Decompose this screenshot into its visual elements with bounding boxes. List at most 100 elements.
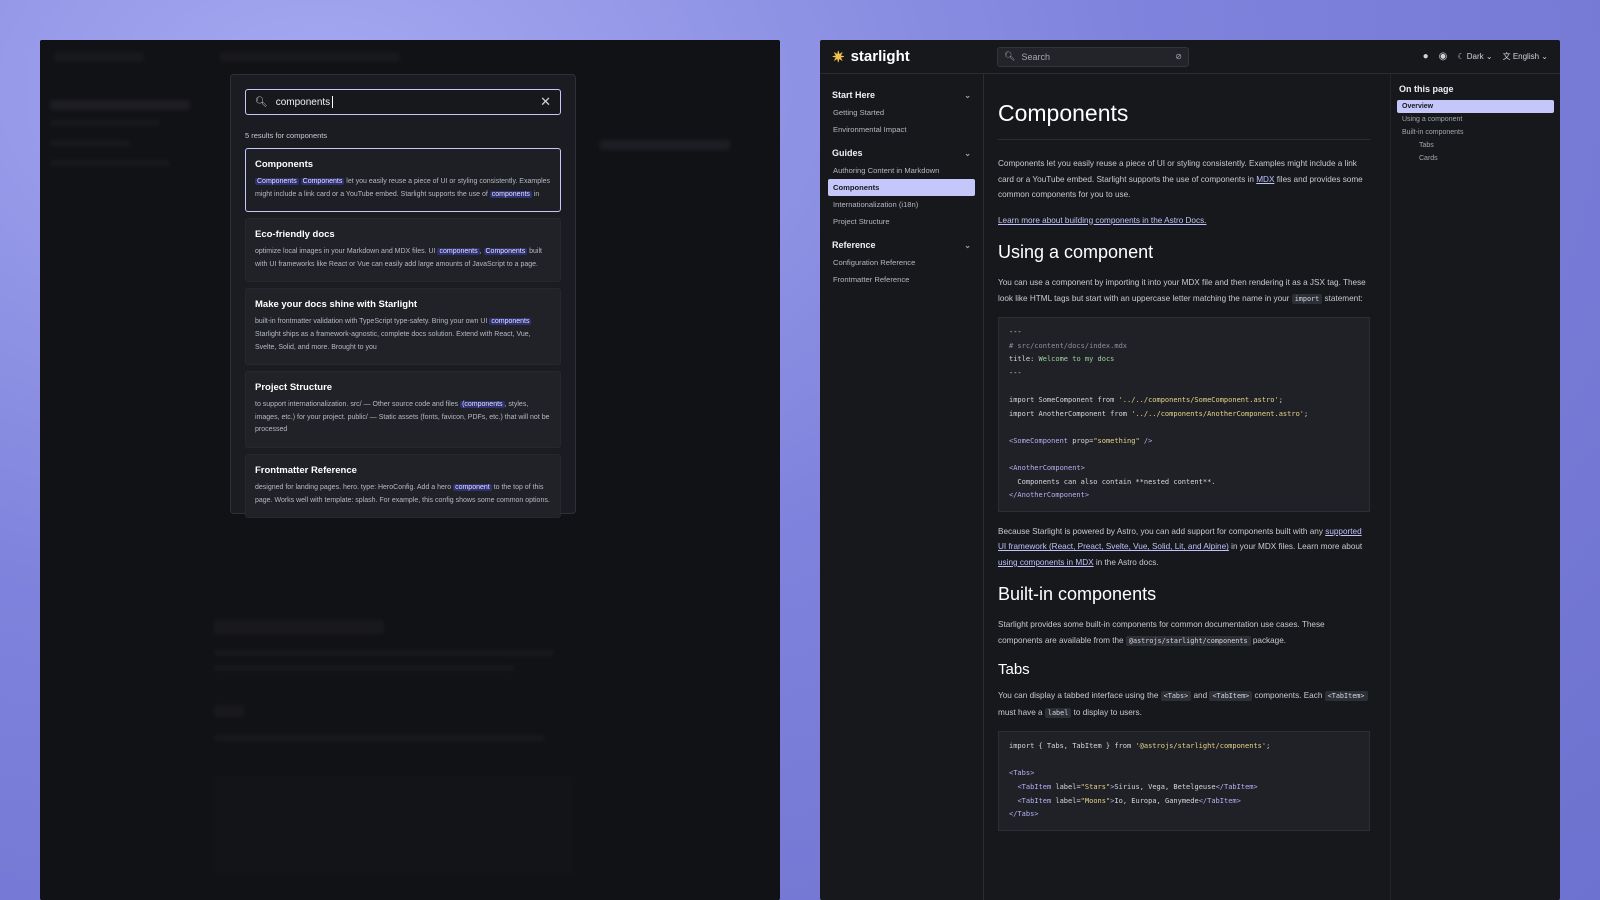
search-window: 🔍︎ components ✕ 5 results for components… bbox=[40, 40, 780, 900]
code-line: --- bbox=[1009, 367, 1359, 381]
code-token: import { Tabs, TabItem } from bbox=[1009, 742, 1136, 751]
code-token: </TabItem> bbox=[1215, 783, 1258, 791]
site-logo[interactable]: ✷ starlight bbox=[832, 48, 997, 66]
sidebar-group[interactable]: Reference ⌄ bbox=[828, 236, 975, 254]
starlight-logo-icon: ✷ bbox=[832, 48, 845, 66]
inline-code: label bbox=[1044, 707, 1072, 718]
using-paragraph: You can use a component by importing it … bbox=[998, 275, 1370, 307]
code-token: prop= bbox=[1068, 436, 1094, 445]
theme-select[interactable]: ☾ Dark ⌄ bbox=[1457, 52, 1492, 61]
sidebar-item[interactable]: Frontmatter Reference bbox=[828, 271, 975, 288]
code-token: title: bbox=[1009, 355, 1039, 364]
code-token: ; bbox=[1304, 409, 1309, 418]
discord-icon[interactable]: ◉ bbox=[1439, 51, 1448, 62]
toc-item[interactable]: Built-in components bbox=[1397, 126, 1554, 139]
search-field[interactable]: 🔍︎ components ✕ bbox=[245, 89, 561, 115]
site-header: ✷ starlight 🔍︎ Search ⊘ ● ◉ ☾ Dark ⌄ 文 E… bbox=[820, 40, 1560, 74]
toc-item[interactable]: Using a component bbox=[1397, 113, 1554, 126]
sidebar-group-label: Reference bbox=[832, 240, 876, 250]
intro-paragraph: Components let you easily reuse a piece … bbox=[998, 156, 1370, 203]
code-line: import SomeComponent from '../../compone… bbox=[1009, 394, 1359, 408]
search-result-title: Make your docs shine with Starlight bbox=[255, 299, 418, 311]
code-token: '@astrojs/starlight/components' bbox=[1135, 742, 1267, 751]
code-line: <Tabs> bbox=[1009, 767, 1359, 781]
text-run: to display to users. bbox=[1071, 707, 1142, 717]
code-token: # src/content/docs/index.mdx bbox=[1009, 341, 1128, 350]
code-line: import AnotherComponent from '../../comp… bbox=[1009, 408, 1359, 422]
search-result-item[interactable]: Frontmatter Reference designed for landin… bbox=[245, 453, 561, 519]
inline-code: <Tabs> bbox=[1160, 691, 1192, 702]
search-highlight: Components bbox=[300, 178, 345, 185]
inline-code: <TabItem> bbox=[1209, 691, 1253, 702]
inline-code: <TabItem> bbox=[1324, 691, 1368, 702]
search-result-item[interactable]: Make your docs shine with Starlight built… bbox=[245, 288, 561, 366]
search-button[interactable]: 🔍︎ Search ⊘ bbox=[997, 46, 1189, 67]
inline-code: @astrojs/starlight/components bbox=[1125, 635, 1251, 646]
search-highlight: components bbox=[489, 190, 532, 198]
sidebar-group-label: Guides bbox=[832, 148, 863, 158]
github-icon[interactable]: ● bbox=[1423, 51, 1429, 62]
text-run: must have a bbox=[998, 707, 1045, 717]
search-highlight: components bbox=[437, 248, 480, 256]
code-token: </AnotherComponent> bbox=[1009, 491, 1090, 500]
toc-item[interactable]: Tabs bbox=[1397, 139, 1554, 152]
code-token: </TabItem> bbox=[1198, 796, 1241, 805]
text-run: built-in frontmatter validation with Typ… bbox=[255, 318, 490, 326]
code-block: --- # src/content/docs/index.mdx title: We… bbox=[998, 317, 1370, 512]
toc-item[interactable]: Overview bbox=[1397, 100, 1554, 113]
search-result-excerpt: built-in frontmatter validation with Typ… bbox=[255, 316, 551, 354]
code-token: <AnotherComponent> bbox=[1009, 463, 1085, 472]
sidebar-item[interactable]: Internationalization (i18n) bbox=[828, 196, 975, 213]
sidebar-group[interactable]: Start Here ⌄ bbox=[828, 86, 975, 104]
search-results: Components Components Components let you … bbox=[245, 148, 561, 519]
heading-builtin-components: Built-in components bbox=[998, 584, 1157, 605]
sidebar-item[interactable]: Configuration Reference bbox=[828, 254, 975, 271]
astro-paragraph: Because Starlight is powered by Astro, y… bbox=[998, 524, 1370, 571]
code-token: '../../components/AnotherComponent.astro… bbox=[1131, 409, 1305, 418]
sidebar-group[interactable]: Guides ⌄ bbox=[828, 144, 975, 162]
language-select[interactable]: 文 English ⌄ bbox=[1503, 51, 1548, 62]
sidebar-item[interactable]: Project Structure bbox=[828, 213, 975, 230]
search-result-item[interactable]: Eco-friendly docs optimize local images i… bbox=[245, 218, 561, 283]
sidebar-item[interactable]: Getting Started bbox=[828, 104, 975, 121]
clear-search-icon[interactable]: ✕ bbox=[540, 94, 551, 110]
code-token: <Tabs> bbox=[1009, 769, 1035, 778]
code-line: import { Tabs, TabItem } from '@astrojs/… bbox=[1009, 740, 1359, 754]
search-result-item[interactable]: Components Components Components let you … bbox=[245, 148, 561, 213]
search-query[interactable]: components bbox=[276, 97, 330, 108]
text-run: You can display a tabbed interface using… bbox=[998, 691, 1161, 701]
code-token: </Tabs> bbox=[1009, 810, 1039, 819]
sidebar-item[interactable]: Components bbox=[828, 179, 975, 196]
code-token: Components can also contain **nested con… bbox=[1009, 477, 1216, 486]
inline-code: import bbox=[1291, 293, 1323, 304]
code-token: --- bbox=[1009, 328, 1022, 336]
chevron-down-icon: ⌄ bbox=[1541, 52, 1548, 61]
docs-window: ✷ starlight 🔍︎ Search ⊘ ● ◉ ☾ Dark ⌄ 文 E… bbox=[820, 40, 1560, 900]
results-count: 5 results for components bbox=[245, 131, 328, 140]
learn-more-link[interactable]: Learn more about building components in … bbox=[998, 216, 1206, 225]
toc-item[interactable]: Cards bbox=[1397, 152, 1554, 165]
code-token: label= bbox=[1051, 796, 1081, 805]
text-run: to support internationalization. src/ — … bbox=[255, 401, 461, 409]
inline-link[interactable]: using components in MDX bbox=[998, 558, 1094, 567]
code-token: <SomeComponent bbox=[1009, 436, 1069, 445]
search-result-item[interactable]: Project Structure to support internationa… bbox=[245, 371, 561, 448]
sidebar-item[interactable]: Environmental Impact bbox=[828, 121, 975, 138]
search-result-excerpt: optimize local images in your Markdown a… bbox=[255, 246, 551, 271]
sidebar-item[interactable]: Authoring Content in Markdown bbox=[828, 162, 975, 179]
heading-using-component: Using a component bbox=[998, 242, 1154, 262]
text-run: and bbox=[1191, 691, 1210, 701]
toc-heading: On this page bbox=[1399, 84, 1454, 94]
search-result-title: Components bbox=[255, 159, 314, 170]
search-highlight: components bbox=[489, 318, 532, 326]
code-token: import SomeComponent from bbox=[1009, 395, 1119, 404]
text-run: designed for landing pages. hero. type: … bbox=[255, 483, 454, 491]
text-run: in the Astro docs. bbox=[1093, 557, 1159, 567]
inline-link[interactable]: MDX bbox=[1256, 175, 1274, 184]
chevron-down-icon: ⌄ bbox=[964, 148, 971, 158]
chevron-down-icon: ⌄ bbox=[1485, 52, 1493, 61]
text-run: Because Starlight is powered by Astro, y… bbox=[998, 526, 1326, 536]
search-icon: 🔍︎ bbox=[1004, 51, 1016, 61]
search-icon: 🔍︎ bbox=[255, 96, 268, 108]
